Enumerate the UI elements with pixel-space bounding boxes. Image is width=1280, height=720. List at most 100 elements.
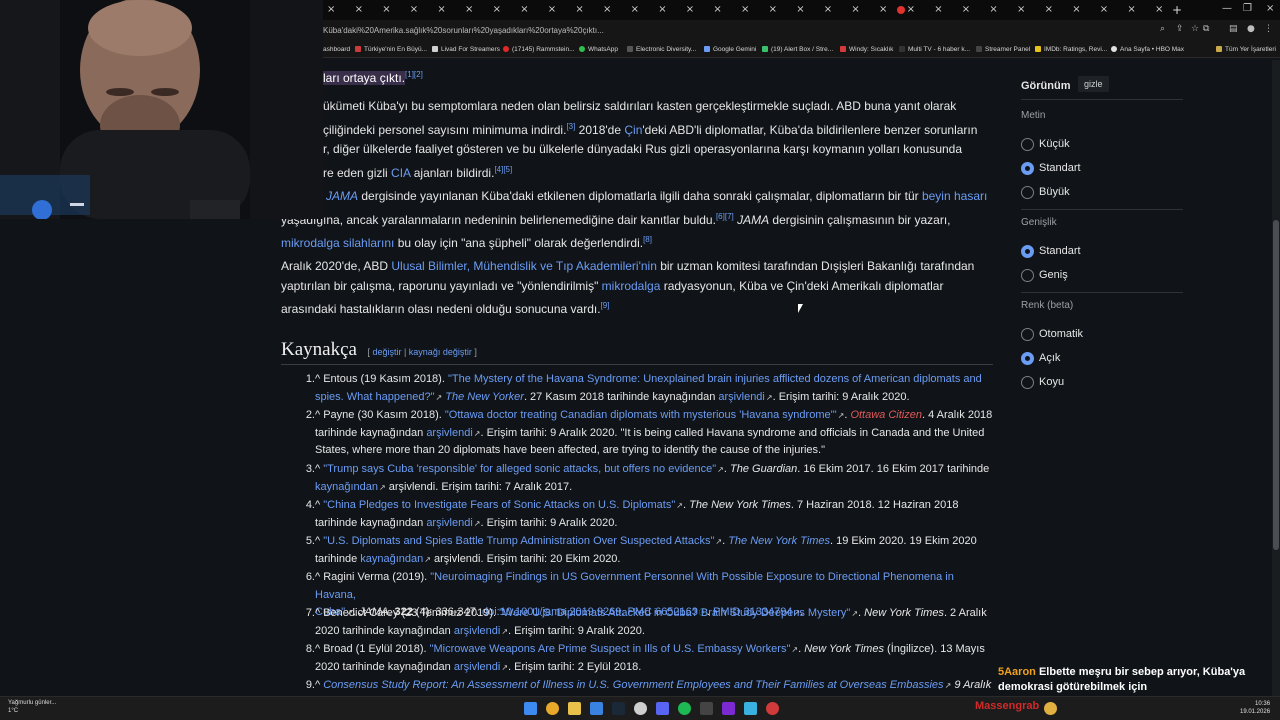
all-bookmarks[interactable]: Tüm Yer İşaretleri bbox=[1216, 44, 1276, 55]
ref-publisher-link[interactable]: The New Yorker bbox=[445, 391, 524, 403]
microwave-link[interactable]: mikrodalga bbox=[602, 279, 661, 293]
tab-close-icon[interactable]: × bbox=[355, 3, 363, 17]
bookmark-item[interactable]: (17145) Rammstein... bbox=[503, 44, 575, 55]
profile-icon[interactable]: ● bbox=[1247, 24, 1255, 34]
ref-title-link[interactable]: "The Mystery of the Havana Syndrome: Une… bbox=[448, 373, 982, 385]
tab-close-icon[interactable]: × bbox=[1072, 3, 1080, 17]
radio-color-auto[interactable]: Otomatik bbox=[1021, 328, 1083, 341]
share-icon[interactable]: ⇪ bbox=[1176, 24, 1184, 34]
tab-close-icon[interactable]: × bbox=[962, 3, 970, 17]
tab-close-icon[interactable]: × bbox=[741, 3, 749, 17]
tab-close-icon[interactable]: × bbox=[603, 3, 611, 17]
tab-close-icon[interactable]: × bbox=[879, 3, 887, 17]
app-icon[interactable] bbox=[590, 702, 603, 715]
minimize-icon[interactable]: — bbox=[1222, 3, 1232, 14]
tab-close-icon[interactable]: × bbox=[575, 3, 583, 17]
brain-damage-link[interactable]: beyin hasarı bbox=[922, 189, 987, 203]
steam-icon[interactable] bbox=[612, 702, 625, 715]
radio-color-light[interactable]: Açık bbox=[1021, 352, 1060, 365]
scrollbar-thumb[interactable] bbox=[1273, 220, 1279, 550]
radio-color-dark[interactable]: Koyu bbox=[1021, 376, 1064, 389]
tab-close-icon[interactable]: × bbox=[907, 3, 915, 17]
ref-publisher-link[interactable]: Ottawa Citizen bbox=[850, 409, 922, 421]
edit-source-link[interactable]: kaynağı değiştir bbox=[409, 347, 472, 357]
tab-close-icon[interactable]: × bbox=[1127, 3, 1135, 17]
radio-width-standard[interactable]: Standart bbox=[1021, 245, 1081, 258]
obs-icon[interactable] bbox=[634, 702, 647, 715]
bookmark-item[interactable]: ashboard bbox=[323, 44, 350, 55]
bookmark-item[interactable]: WhatsApp bbox=[579, 44, 618, 55]
tab-close-icon[interactable]: × bbox=[851, 3, 859, 17]
archive-link[interactable]: arşivlendi bbox=[426, 517, 472, 529]
youtube-tab-icon[interactable] bbox=[897, 6, 905, 14]
tab-close-icon[interactable]: × bbox=[493, 3, 501, 17]
ref-publisher-link[interactable]: The New York Times bbox=[728, 535, 830, 547]
tab-close-icon[interactable]: × bbox=[713, 3, 721, 17]
ref-title-link[interactable]: "Trump says Cuba 'responsible' for alleg… bbox=[323, 463, 716, 475]
citation-link[interactable]: [3] bbox=[566, 122, 575, 131]
ref-title-link[interactable]: "Were U.S. Diplomats Attacked in Cuba? B… bbox=[499, 607, 850, 619]
jama-link[interactable]: JAMA bbox=[326, 189, 358, 203]
bookmark-item[interactable]: Google Gemini bbox=[704, 44, 756, 55]
bookmark-item[interactable]: Streamer Panel bbox=[976, 44, 1030, 55]
archive-link[interactable]: kaynağından bbox=[360, 553, 423, 565]
ref-title-link[interactable]: "Ottawa doctor treating Canadian diploma… bbox=[445, 409, 837, 421]
archive-link[interactable]: arşivlendi bbox=[454, 625, 500, 637]
radio-width-wide[interactable]: Geniş bbox=[1021, 269, 1068, 282]
tab-close-icon[interactable]: × bbox=[327, 3, 335, 17]
tab-close-icon[interactable]: × bbox=[465, 3, 473, 17]
file-explorer-icon[interactable] bbox=[568, 702, 581, 715]
citation-link[interactable]: [8] bbox=[643, 235, 652, 244]
tab-close-icon[interactable]: × bbox=[410, 3, 418, 17]
tab-close-icon[interactable]: × bbox=[796, 3, 804, 17]
new-tab-icon[interactable]: + bbox=[1172, 3, 1182, 17]
app-icon[interactable] bbox=[700, 702, 713, 715]
bookmark-item[interactable]: Windy: Sıcaklık bbox=[840, 44, 893, 55]
radio-text-small[interactable]: Küçük bbox=[1021, 138, 1070, 151]
zoom-icon[interactable]: ⌕ bbox=[1160, 24, 1165, 34]
discord-icon[interactable] bbox=[656, 702, 669, 715]
tab-close-icon[interactable]: × bbox=[934, 3, 942, 17]
citation-link[interactable]: [9] bbox=[601, 301, 610, 310]
ref-title-link[interactable]: spies. What happened?" bbox=[315, 391, 435, 403]
tab-close-icon[interactable]: × bbox=[1045, 3, 1053, 17]
extensions-icon[interactable]: ⧉ bbox=[1203, 24, 1209, 34]
maximize-icon[interactable]: ❐ bbox=[1243, 3, 1252, 14]
url-field[interactable]: Küba'daki%20Amerika.sağlık%20sorunları%2… bbox=[323, 23, 1153, 39]
hide-button[interactable]: gizle bbox=[1078, 76, 1109, 92]
tab-close-icon[interactable]: × bbox=[989, 3, 997, 17]
tab-close-icon[interactable]: × bbox=[548, 3, 556, 17]
bookmark-item[interactable]: Türkiye'nin En Büyü... bbox=[355, 44, 427, 55]
archive-link[interactable]: arşivlendi bbox=[718, 391, 764, 403]
bookmark-star-icon[interactable]: ☆ bbox=[1191, 24, 1199, 34]
tab-close-icon[interactable]: × bbox=[1100, 3, 1108, 17]
edit-link[interactable]: değiştir bbox=[372, 347, 401, 357]
window-close-icon[interactable]: × bbox=[1266, 3, 1274, 14]
archive-link[interactable]: kaynağından bbox=[315, 481, 378, 493]
citation-link[interactable]: [4][5] bbox=[494, 165, 512, 174]
weather-widget[interactable]: Yağmurlu günler... 1°C bbox=[8, 699, 56, 715]
tab-close-icon[interactable]: × bbox=[382, 3, 390, 17]
citation-link[interactable]: [6][7] bbox=[716, 212, 734, 221]
system-clock[interactable]: 10:36 19.01.2026 bbox=[1240, 700, 1270, 716]
app-icon[interactable] bbox=[722, 702, 735, 715]
spotify-icon[interactable] bbox=[678, 702, 691, 715]
tab-close-icon[interactable]: × bbox=[686, 3, 694, 17]
radio-text-standard[interactable]: Standart bbox=[1021, 162, 1081, 175]
radio-text-large[interactable]: Büyük bbox=[1021, 186, 1070, 199]
bookmark-item[interactable]: IMDb: Ratings, Revi... bbox=[1035, 44, 1107, 55]
ref-title-link[interactable]: "Microwave Weapons Are Prime Suspect in … bbox=[430, 643, 791, 655]
bookmark-item[interactable]: Ana Sayfa • HBO Max bbox=[1111, 44, 1184, 55]
archive-link[interactable]: arşivlendi bbox=[454, 661, 500, 673]
ref-title-link[interactable]: "U.S. Diplomats and Spies Battle Trump A… bbox=[323, 535, 714, 547]
tab-close-icon[interactable]: × bbox=[824, 3, 832, 17]
tab-close-icon[interactable]: × bbox=[658, 3, 666, 17]
tab-close-icon[interactable]: × bbox=[520, 3, 528, 17]
bookmark-item[interactable]: Multi TV - 6 haber k... bbox=[899, 44, 970, 55]
ref-title-link[interactable]: "China Pledges to Investigate Fears of S… bbox=[323, 499, 675, 511]
menu-icon[interactable]: ⋮ bbox=[1264, 24, 1273, 34]
page-scrollbar[interactable] bbox=[1272, 60, 1280, 696]
tab-close-icon[interactable]: × bbox=[437, 3, 445, 17]
citation-link[interactable]: [1][2] bbox=[405, 70, 423, 79]
app-icon[interactable] bbox=[744, 702, 757, 715]
